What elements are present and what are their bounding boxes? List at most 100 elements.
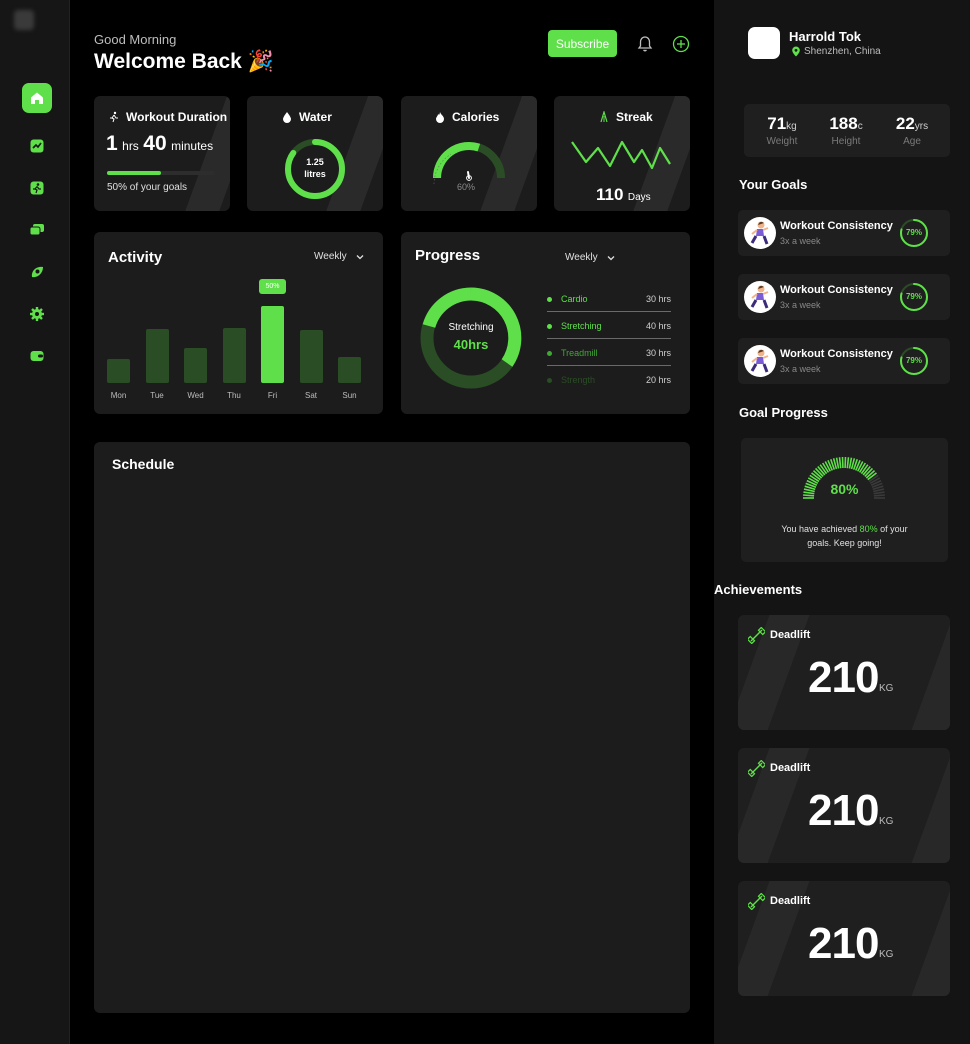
goal-title: Workout Consistency (780, 348, 893, 360)
achievement-unit: KG (879, 949, 894, 960)
workout-duration-label: Workout Duration (126, 110, 228, 124)
goal-avatar (744, 281, 776, 313)
subscribe-button[interactable]: Subscribe (548, 30, 617, 57)
metric-value: 71 (767, 114, 787, 133)
nav-messages-icon[interactable] (22, 215, 52, 245)
goal-item[interactable]: Workout Consistency 3x a week 79% (738, 210, 950, 256)
gauge-tick (835, 457, 840, 469)
legend-divider (547, 338, 671, 339)
streak-label: Streak (616, 110, 653, 124)
gauge-tick (846, 457, 850, 469)
calories-title: Calories (434, 110, 499, 124)
streak-days: 110 (596, 185, 624, 204)
progress-period-label: Weekly (565, 252, 598, 263)
sidebar (0, 0, 70, 1044)
body-metrics: 71kg Weight 188c Height 22yrs Age (744, 104, 950, 157)
progress-period-dropdown[interactable]: Weekly (565, 252, 616, 263)
nav-wallet-icon[interactable] (22, 341, 52, 371)
avatar[interactable] (748, 27, 780, 59)
nav-workout-icon[interactable] (22, 173, 52, 203)
achievement-title: Deadlift (770, 629, 811, 641)
goal-item[interactable]: Workout Consistency 3x a week 79% (738, 338, 950, 384)
dumbbell-icon (748, 627, 765, 644)
calories-label: Calories (452, 110, 500, 124)
metric-label: Weight (766, 136, 798, 147)
page-title: Welcome Back 🎉 (94, 50, 274, 73)
legend-label: Cardio (561, 294, 588, 304)
user-location-text: Shenzhen, China (804, 46, 881, 57)
card-stripe (898, 748, 950, 863)
calories-card[interactable]: Calories 60% (401, 96, 537, 211)
schedule-title: Schedule (112, 456, 175, 472)
workout-goal-text: 50% of your goals (107, 182, 188, 193)
activity-bar[interactable] (184, 348, 207, 383)
water-label: Water (299, 110, 332, 124)
achievement-card[interactable]: Deadlift 210 KG (738, 615, 950, 730)
metric-value: 188 (829, 114, 858, 133)
activity-tick-label: Sun (342, 391, 357, 400)
streak-card[interactable]: Streak 110 Days (554, 96, 690, 211)
goal-percent: 79% (905, 228, 922, 237)
user-location: Shenzhen, China (791, 46, 881, 57)
achievements-title: Achievements (714, 582, 803, 597)
achievement-value: 210 (808, 653, 879, 702)
goal-progress-highlight: 80% (859, 524, 878, 534)
achievement-card[interactable]: Deadlift 210 KG (738, 748, 950, 863)
nav-settings-icon[interactable] (22, 299, 52, 329)
legend-divider (547, 365, 671, 366)
achievement-value: 210 (808, 919, 879, 968)
calories-percent: 60% (456, 182, 475, 192)
legend-value: 30 hrs (645, 294, 671, 304)
gauge-tick (848, 457, 853, 469)
dumbbell-icon (748, 893, 765, 910)
achievement-title: Deadlift (770, 895, 811, 907)
goal-frequency: 3x a week (780, 236, 821, 246)
workout-minutes-unit: minutes (171, 139, 214, 153)
workout-duration-title: Workout Duration (108, 110, 227, 124)
activity-bar[interactable] (261, 306, 284, 383)
water-value: 1.25 litres (282, 156, 348, 180)
water-card[interactable]: Water 1.25 litres (247, 96, 383, 211)
bell-icon[interactable] (636, 35, 654, 53)
legend-label: Strength (561, 375, 596, 385)
goal-frequency: 3x a week (780, 364, 821, 374)
nav-explore-icon[interactable] (22, 257, 52, 287)
nav-home-icon[interactable] (22, 83, 52, 113)
activity-tick-label: Wed (187, 391, 204, 400)
activity-bar[interactable] (299, 330, 323, 383)
legend-value: 20 hrs (645, 375, 671, 385)
progress-center-label: Stretching (448, 322, 494, 333)
calories-gauge-fill (433, 142, 481, 179)
progress-legend-item: Strength 20 hrs (547, 375, 671, 391)
profile-panel: Harrold Tok Shenzhen, China 71kg Weight … (714, 0, 970, 1044)
progress-legend-item: Treadmill 30 hrs (547, 348, 671, 364)
progress-title: Progress (415, 247, 481, 264)
nav-analytics-icon[interactable] (22, 131, 52, 161)
streak-icon (600, 111, 608, 123)
activity-bar[interactable] (107, 359, 130, 383)
workout-hours-unit: hrs (122, 139, 139, 153)
schedule-panel: Schedule (94, 442, 690, 1013)
goal-progress-text: goals. Keep going! (807, 538, 882, 548)
legend-value: 40 hrs (645, 321, 671, 331)
legend-dot (547, 297, 552, 302)
progress-legend-item: Stretching 40 hrs (547, 321, 671, 337)
goal-progress-text: of your (877, 524, 908, 534)
achievement-card[interactable]: Deadlift 210 KG (738, 881, 950, 996)
goal-title: Workout Consistency (780, 220, 893, 232)
add-icon[interactable] (672, 35, 690, 53)
goal-progress-title: Goal Progress (739, 405, 828, 420)
workout-duration-card[interactable]: Workout Duration 1 hrs 40 minutes 50% of… (94, 96, 230, 211)
workout-progress-fill (107, 171, 161, 175)
metric-label: Age (903, 136, 921, 147)
activity-bar[interactable] (145, 329, 169, 383)
streak-sparkline (571, 140, 671, 170)
main-content: Good Morning Welcome Back 🎉 Subscribe Wo… (70, 0, 714, 1044)
goal-progress-card: 80% You have achieved 80% of your goals.… (741, 438, 948, 562)
location-pin-icon (792, 46, 800, 57)
goal-item[interactable]: Workout Consistency 3x a week 79% (738, 274, 950, 320)
activity-bar[interactable] (338, 357, 361, 383)
activity-tooltip: 50% (259, 279, 286, 294)
activity-bar[interactable] (222, 328, 246, 383)
workout-hours: 1 (106, 132, 118, 155)
